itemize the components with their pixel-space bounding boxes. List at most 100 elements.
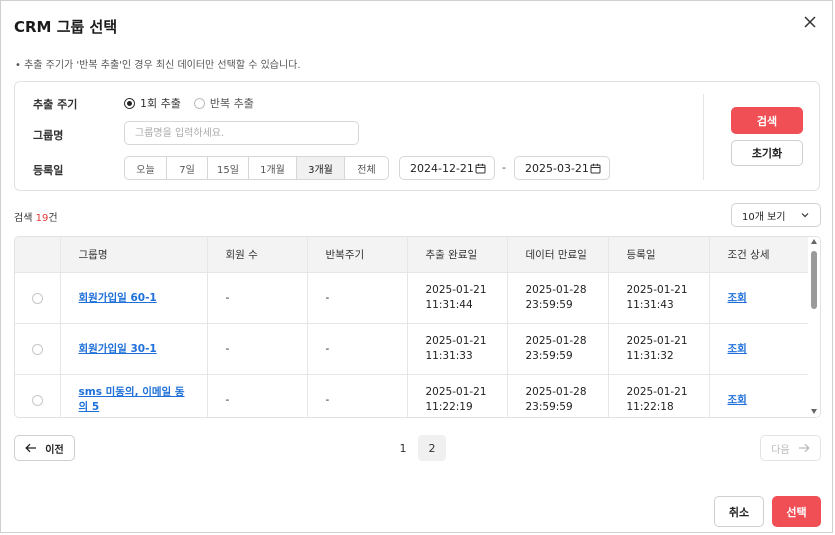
- page-size-select[interactable]: 10개 보기: [731, 203, 821, 227]
- extract-date-cell: 2025-01-21 11:31:44: [406, 272, 507, 324]
- cycle-radio-group: 1회 추출 반복 추출: [124, 95, 267, 111]
- cycle-cell: -: [306, 374, 407, 417]
- radio-repeat-label: 반복 추출: [209, 97, 254, 110]
- reset-button[interactable]: 초기화: [731, 140, 803, 166]
- expire-date: 2025-01-28: [525, 284, 587, 296]
- cycle-cell: -: [306, 272, 407, 324]
- header-cycle: 반복주기: [306, 237, 407, 273]
- date-to-field[interactable]: 2025-03-21: [514, 156, 610, 180]
- expire-date: 2025-01-28: [525, 386, 587, 398]
- search-button[interactable]: 검색: [731, 107, 803, 134]
- header-detail: 조건 상세: [708, 237, 810, 273]
- radio-once[interactable]: 1회 추출: [124, 95, 181, 111]
- page-1[interactable]: 1: [389, 435, 417, 461]
- header-members: 회원 수: [206, 237, 307, 273]
- date-separator: -: [502, 161, 506, 174]
- select-button[interactable]: 선택: [772, 496, 821, 527]
- extract-date-cell: 2025-01-21 11:22:19: [406, 374, 507, 417]
- range-1month[interactable]: 1개월: [249, 157, 297, 179]
- result-count-suffix: 건: [48, 213, 58, 224]
- range-all[interactable]: 전체: [345, 157, 388, 179]
- result-count: 검색 19건: [14, 209, 58, 224]
- expire-date: 2025-01-28: [525, 335, 587, 347]
- radio-once-indicator[interactable]: [124, 97, 135, 109]
- filter-panel: 추출 주기 1회 추출 반복 추출 그룹명 등록일 오늘 7일 15일 1개월 …: [14, 81, 820, 191]
- prev-page-button[interactable]: 이전: [14, 435, 75, 461]
- header-expire-date: 데이터 만료일: [506, 237, 608, 273]
- crm-group-select-modal: CRM 그룹 선택 • 추출 주기가 '반복 추출'인 경우 최신 데이터만 선…: [0, 0, 833, 533]
- cycle-cell: -: [306, 323, 407, 375]
- cancel-button[interactable]: 취소: [714, 496, 764, 527]
- prev-label: 이전: [45, 444, 64, 456]
- cycle-label: 추출 주기: [33, 98, 78, 111]
- modal-title: CRM 그룹 선택: [14, 18, 118, 36]
- group-name-link[interactable]: 회원가입일 30-1: [79, 343, 157, 355]
- expire-time: 23:59:59: [525, 350, 573, 362]
- reg-date: 2025-01-21: [626, 386, 688, 398]
- next-page-button[interactable]: 다음: [760, 435, 821, 461]
- reg-time: 11:22:18: [626, 401, 674, 413]
- group-name-label: 그룹명: [33, 129, 64, 142]
- arrow-right-icon: [798, 443, 810, 453]
- expire-date-cell: 2025-01-28 23:59:59: [506, 272, 608, 324]
- calendar-icon[interactable]: [475, 163, 486, 174]
- notice-text: • 추출 주기가 '반복 추출'인 경우 최신 데이터만 선택할 수 있습니다.: [15, 60, 301, 71]
- group-name-link[interactable]: 회원가입일 60-1: [79, 292, 157, 304]
- row-radio[interactable]: [32, 394, 43, 406]
- extract-time: 11:31:44: [425, 299, 473, 311]
- table-scrollbar[interactable]: [808, 237, 820, 417]
- date-from-value: 2024-12-21: [410, 161, 474, 175]
- detail-link[interactable]: 조회: [728, 292, 747, 304]
- radio-repeat-indicator[interactable]: [193, 97, 205, 109]
- members-cell: -: [206, 374, 307, 417]
- table-row[interactable]: 회원가입일 60-1 - - 2025-01-21 11:31:44 2025-0…: [15, 272, 810, 324]
- radio-repeat[interactable]: 반복 추출: [193, 95, 254, 111]
- scroll-up-arrow-icon[interactable]: [811, 239, 817, 244]
- table-header-row: 그룹명 회원 수 반복주기 추출 완료일 데이터 만료일 등록일 조건 상세: [15, 237, 810, 273]
- extract-time: 11:31:33: [425, 350, 473, 362]
- reg-date: 2025-01-21: [626, 284, 688, 296]
- group-name-link[interactable]: sms 미동의, 이메일 동의 5: [79, 385, 189, 415]
- expire-date-cell: 2025-01-28 23:59:59: [506, 323, 608, 375]
- page-2[interactable]: 2: [418, 435, 446, 461]
- detail-link[interactable]: 조회: [728, 394, 747, 406]
- date-from-field[interactable]: 2024-12-21: [399, 156, 495, 180]
- extract-date-cell: 2025-01-21 11:31:33: [406, 323, 507, 375]
- row-radio[interactable]: [32, 292, 43, 304]
- reg-date-cell: 2025-01-21 11:22:18: [607, 374, 709, 417]
- scroll-down-arrow-icon[interactable]: [811, 409, 817, 414]
- range-today[interactable]: 오늘: [125, 157, 167, 179]
- header-select: [15, 237, 60, 273]
- members-cell: -: [206, 272, 307, 324]
- reg-date: 2025-01-21: [626, 335, 688, 347]
- next-label: 다음: [771, 444, 790, 456]
- table-row[interactable]: 회원가입일 30-1 - - 2025-01-21 11:31:33 2025-0…: [15, 323, 810, 375]
- calendar-icon[interactable]: [590, 163, 601, 174]
- extract-date: 2025-01-21: [425, 386, 487, 398]
- row-radio[interactable]: [32, 343, 43, 355]
- group-table: 그룹명 회원 수 반복주기 추출 완료일 데이터 만료일 등록일 조건 상세 회…: [14, 236, 821, 418]
- radio-once-label: 1회 추출: [140, 97, 181, 110]
- date-label: 등록일: [33, 164, 64, 177]
- header-reg-date: 등록일: [607, 237, 709, 273]
- result-count-number: 19: [35, 213, 49, 224]
- expire-date-cell: 2025-01-28 23:59:59: [506, 374, 608, 417]
- reg-date-cell: 2025-01-21 11:31:32: [607, 323, 709, 375]
- range-7days[interactable]: 7일: [167, 157, 208, 179]
- detail-link[interactable]: 조회: [728, 343, 747, 355]
- table-row[interactable]: sms 미동의, 이메일 동의 5 - - 2025-01-21 11:22:19…: [15, 374, 810, 417]
- header-extract-date: 추출 완료일: [406, 237, 507, 273]
- extract-date: 2025-01-21: [425, 284, 487, 296]
- close-icon[interactable]: [802, 14, 818, 30]
- range-15days[interactable]: 15일: [208, 157, 249, 179]
- result-count-prefix: 검색: [14, 213, 36, 224]
- reg-date-cell: 2025-01-21 11:31:43: [607, 272, 709, 324]
- date-to-value: 2025-03-21: [525, 161, 589, 175]
- expire-time: 23:59:59: [525, 401, 573, 413]
- range-3months[interactable]: 3개월: [297, 157, 345, 179]
- reg-time: 11:31:43: [626, 299, 674, 311]
- scroll-thumb[interactable]: [811, 251, 817, 309]
- header-group-name: 그룹명: [59, 237, 207, 273]
- group-name-input[interactable]: [124, 121, 359, 145]
- chevron-down-icon: [801, 213, 809, 218]
